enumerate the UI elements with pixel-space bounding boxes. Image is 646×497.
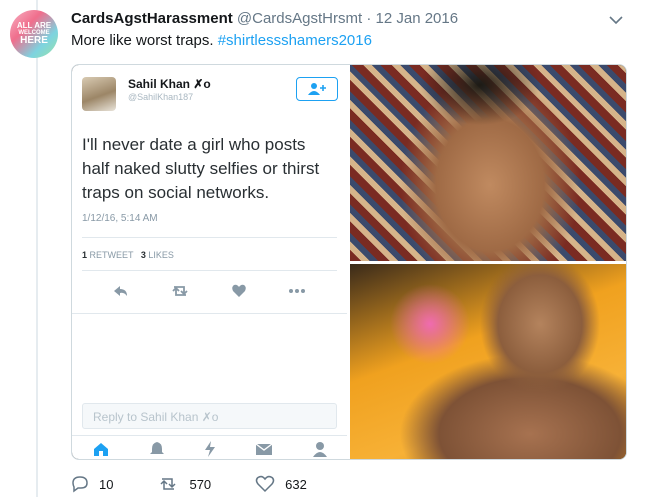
like-count: 632 [285,476,307,492]
add-user-icon [308,83,326,95]
retweet-count: 570 [189,476,212,492]
retweet-icon [172,286,189,296]
moments-icon [204,440,215,457]
tweet-body: More like worst traps. [71,32,218,49]
photo-shirtless-top[interactable] [350,65,626,261]
hashtag-link[interactable]: #shirtlessshamers2016 [218,32,372,49]
embedded-stats: 1 RETWEET 3 LIKES [82,250,174,260]
embedded-tweet-screenshot: Sahil Khan ✗o @SahilKhan187 I'll never d… [72,65,347,459]
tweet-actions: 10 570 632 [71,474,351,494]
avatar-text-line1: ALL ARE [16,21,52,30]
avatar-text-line3: HERE [20,35,48,46]
retweets-label: RETWEET [89,250,134,260]
reply-count: 10 [99,476,114,492]
header-separator: · [362,10,376,27]
embedded-display-name: Sahil Khan ✗o [128,77,211,91]
embedded-tweet-text: I'll never date a girl who posts half na… [82,135,320,202]
embedded-reply-box: Reply to Sahil Khan ✗o [82,403,337,429]
author-handle[interactable]: @CardsAgstHrsmt [237,10,362,27]
embedded-tab-bar [72,435,347,459]
retweet-icon [160,478,176,490]
likes-count: 3 [140,250,146,260]
reply-icon [114,286,128,296]
retweets-count: 1 [82,250,88,260]
divider [82,237,337,238]
divider [82,270,337,271]
divider [72,313,347,314]
profile-icon [312,441,327,457]
follow-button [296,77,338,101]
photo-shirtless-bottom[interactable] [350,264,626,459]
heart-icon [231,284,246,297]
chevron-down-icon[interactable] [607,11,625,29]
embedded-timestamp: 1/12/16, 5:14 AM [82,213,158,224]
tweet-header: CardsAgstHarassment @CardsAgstHrsmt · 12… [71,10,458,27]
home-icon [93,442,108,456]
embedded-avatar [82,77,116,111]
author-display-name[interactable]: CardsAgstHarassment [71,10,233,27]
embedded-handle: @SahilKhan187 [128,92,194,102]
reply-button[interactable]: 10 [71,475,113,493]
reply-icon [72,476,88,493]
likes-label: LIKES [148,250,174,260]
tweet-media[interactable]: Sahil Khan ✗o @SahilKhan187 I'll never d… [71,64,627,460]
tweet-date[interactable]: 12 Jan 2016 [376,10,459,27]
messages-icon [255,442,272,455]
tweet-text: More like worst traps. #shirtlessshamers… [71,32,372,49]
like-button[interactable]: 632 [255,475,307,493]
author-avatar[interactable]: ALL ARE WELCOME HERE [10,10,58,58]
retweet-button[interactable]: 570 [157,475,211,493]
notifications-icon [149,441,164,454]
thread-line [36,0,38,497]
heart-icon [255,475,275,493]
more-icon [288,289,305,293]
embedded-actions [72,283,347,303]
